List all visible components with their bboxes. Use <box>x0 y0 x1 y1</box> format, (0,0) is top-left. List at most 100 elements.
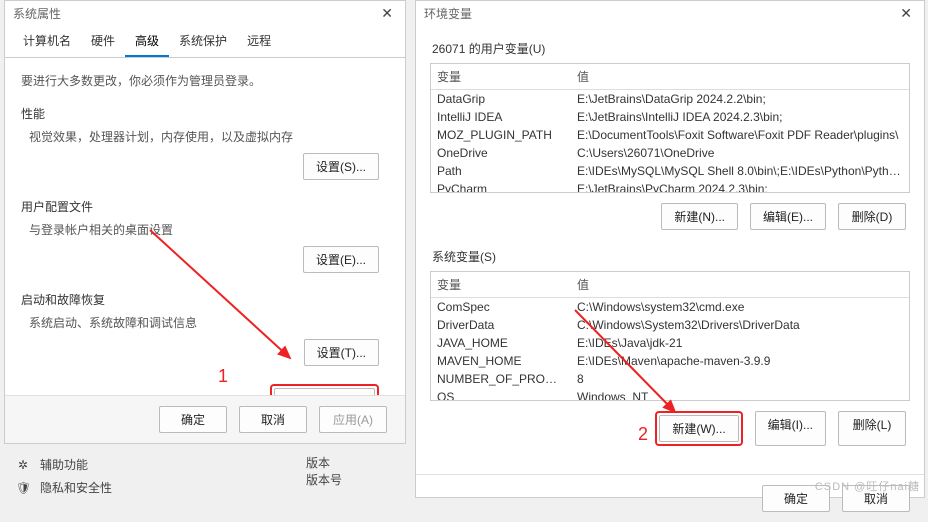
system-properties-dialog: 系统属性 ✕ 计算机名 硬件 高级 系统保护 远程 要进行大多数更改，你必须作为… <box>4 0 406 444</box>
sys-delete-button[interactable]: 删除(L) <box>838 411 906 446</box>
grid-header: 变量 值 <box>431 272 909 298</box>
table-row[interactable]: NUMBER_OF_PROCESSORS8 <box>431 370 909 388</box>
cell-value: C:\Windows\System32\Drivers\DriverData <box>571 316 909 334</box>
close-icon[interactable]: ✕ <box>377 5 397 22</box>
marker-1: 1 <box>218 366 228 387</box>
cell-value: C:\Users\26071\OneDrive <box>571 144 909 162</box>
tab-advanced[interactable]: 高级 <box>125 26 169 57</box>
dialog-title: 系统属性 <box>13 5 61 22</box>
cell-variable: DataGrip <box>431 90 571 108</box>
titlebar: 系统属性 ✕ <box>5 1 405 26</box>
cell-variable: JAVA_HOME <box>431 334 571 352</box>
table-row[interactable]: ComSpecC:\Windows\system32\cmd.exe <box>431 298 909 316</box>
cell-value: E:\DocumentTools\Foxit Software\Foxit PD… <box>571 126 909 144</box>
cell-variable: PyCharm <box>431 180 571 193</box>
table-row[interactable]: DriverDataC:\Windows\System32\Drivers\Dr… <box>431 316 909 334</box>
tab-hardware[interactable]: 硬件 <box>81 26 125 57</box>
cell-variable: NUMBER_OF_PROCESSORS <box>431 370 571 388</box>
cell-variable: MOZ_PLUGIN_PATH <box>431 126 571 144</box>
tab-remote[interactable]: 远程 <box>237 26 281 57</box>
tabstrip: 计算机名 硬件 高级 系统保护 远程 <box>5 26 405 58</box>
dialog-body: 要进行大多数更改，你必须作为管理员登录。 性能 视觉效果，处理器计划，内存使用，… <box>5 58 405 427</box>
cell-value: E:\IDEs\MySQL\MySQL Shell 8.0\bin\;E:\ID… <box>571 162 909 180</box>
cell-variable: MAVEN_HOME <box>431 352 571 370</box>
cell-value: E:\IDEs\Maven\apache-maven-3.9.9 <box>571 352 909 370</box>
tab-system-protection[interactable]: 系统保护 <box>169 26 237 57</box>
marker-2: 2 <box>638 424 648 445</box>
environment-variables-dialog: 环境变量 ✕ 26071 的用户变量(U) 变量 值 DataGripE:\Je… <box>415 0 925 498</box>
cell-value: Windows_NT <box>571 388 909 401</box>
grid-header: 变量 值 <box>431 64 909 90</box>
sys-var-buttons: 新建(W)... 编辑(I)... 删除(L) <box>430 411 906 446</box>
settings-bg: ✲ 辅助功能 🛡 隐私和安全性 <box>4 450 406 502</box>
titlebar: 环境变量 ✕ <box>416 1 924 26</box>
grid-rows[interactable]: ComSpecC:\Windows\system32\cmd.exeDriver… <box>431 298 909 401</box>
highlight-box-2: 新建(W)... <box>655 411 742 446</box>
table-row[interactable]: OSWindows_NT <box>431 388 909 401</box>
cell-variable: Path <box>431 162 571 180</box>
startup-settings-button[interactable]: 设置(T)... <box>304 339 379 366</box>
close-icon[interactable]: ✕ <box>896 5 916 22</box>
tab-computer-name[interactable]: 计算机名 <box>13 26 81 57</box>
shield-icon: 🛡 <box>16 481 30 495</box>
sys-vars-grid[interactable]: 变量 值 ComSpecC:\Windows\system32\cmd.exeD… <box>430 271 910 401</box>
cell-value: E:\IDEs\Java\jdk-21 <box>571 334 909 352</box>
cell-value: E:\JetBrains\PyCharm 2024.2.3\bin; <box>571 180 909 193</box>
col-variable: 变量 <box>431 272 571 297</box>
user-var-buttons: 新建(N)... 编辑(E)... 删除(D) <box>430 203 906 230</box>
col-value: 值 <box>571 64 909 89</box>
sys-new-button[interactable]: 新建(W)... <box>659 415 738 442</box>
user-vars-grid[interactable]: 变量 值 DataGripE:\JetBrains\DataGrip 2024.… <box>430 63 910 193</box>
startup-desc: 系统启动、系统故障和调试信息 <box>29 314 389 331</box>
table-row[interactable]: DataGripE:\JetBrains\DataGrip 2024.2.2\b… <box>431 90 909 108</box>
cancel-button[interactable]: 取消 <box>239 406 307 433</box>
user-delete-button[interactable]: 删除(D) <box>838 203 906 230</box>
cell-variable: DriverData <box>431 316 571 334</box>
dialog-footer: 确定 取消 应用(A) <box>5 395 405 443</box>
table-row[interactable]: MAVEN_HOMEE:\IDEs\Maven\apache-maven-3.9… <box>431 352 909 370</box>
cell-value: 8 <box>571 370 909 388</box>
user-edit-button[interactable]: 编辑(E)... <box>750 203 826 230</box>
sys-vars-label: 系统变量(S) <box>432 248 910 265</box>
user-profile-title: 用户配置文件 <box>21 198 389 215</box>
cell-variable: OneDrive <box>431 144 571 162</box>
cell-variable: IntelliJ IDEA <box>431 108 571 126</box>
table-row[interactable]: PathE:\IDEs\MySQL\MySQL Shell 8.0\bin\;E… <box>431 162 909 180</box>
table-row[interactable]: PyCharmE:\JetBrains\PyCharm 2024.2.3\bin… <box>431 180 909 193</box>
performance-title: 性能 <box>21 105 389 122</box>
user-profile-settings-button[interactable]: 设置(E)... <box>303 246 379 273</box>
user-profile-desc: 与登录帐户相关的桌面设置 <box>29 221 389 238</box>
accessibility-icon: ✲ <box>16 458 30 472</box>
startup-title: 启动和故障恢复 <box>21 291 389 308</box>
col-value: 值 <box>571 272 909 297</box>
user-vars-label: 26071 的用户变量(U) <box>432 40 910 57</box>
performance-group: 性能 视觉效果，处理器计划，内存使用，以及虚拟内存 设置(S)... <box>21 105 389 180</box>
cell-value: E:\JetBrains\DataGrip 2024.2.2\bin; <box>571 90 909 108</box>
table-row[interactable]: OneDriveC:\Users\26071\OneDrive <box>431 144 909 162</box>
dialog-title: 环境变量 <box>424 5 472 22</box>
ok-button[interactable]: 确定 <box>159 406 227 433</box>
user-new-button[interactable]: 新建(N)... <box>661 203 738 230</box>
build-label: 版本号 <box>306 471 342 488</box>
dialog-body: 26071 的用户变量(U) 变量 值 DataGripE:\JetBrains… <box>416 26 924 474</box>
cell-value: E:\JetBrains\IntelliJ IDEA 2024.2.3\bin; <box>571 108 909 126</box>
table-row[interactable]: JAVA_HOMEE:\IDEs\Java\jdk-21 <box>431 334 909 352</box>
label: 隐私和安全性 <box>40 479 112 496</box>
table-row[interactable]: MOZ_PLUGIN_PATHE:\DocumentTools\Foxit So… <box>431 126 909 144</box>
version-labels: 版本 版本号 <box>306 454 342 488</box>
cell-variable: ComSpec <box>431 298 571 316</box>
user-profile-group: 用户配置文件 与登录帐户相关的桌面设置 设置(E)... <box>21 198 389 273</box>
watermark: CSDN @旺仔nai糖 <box>815 478 920 494</box>
performance-settings-button[interactable]: 设置(S)... <box>303 153 379 180</box>
admin-note: 要进行大多数更改，你必须作为管理员登录。 <box>21 72 389 89</box>
cell-variable: OS <box>431 388 571 401</box>
label: 辅助功能 <box>40 456 88 473</box>
table-row[interactable]: IntelliJ IDEAE:\JetBrains\IntelliJ IDEA … <box>431 108 909 126</box>
cell-value: C:\Windows\system32\cmd.exe <box>571 298 909 316</box>
apply-button[interactable]: 应用(A) <box>319 406 387 433</box>
grid-rows[interactable]: DataGripE:\JetBrains\DataGrip 2024.2.2\b… <box>431 90 909 193</box>
version-label: 版本 <box>306 454 342 471</box>
performance-desc: 视觉效果，处理器计划，内存使用，以及虚拟内存 <box>29 128 389 145</box>
col-variable: 变量 <box>431 64 571 89</box>
sys-edit-button[interactable]: 编辑(I)... <box>755 411 826 446</box>
